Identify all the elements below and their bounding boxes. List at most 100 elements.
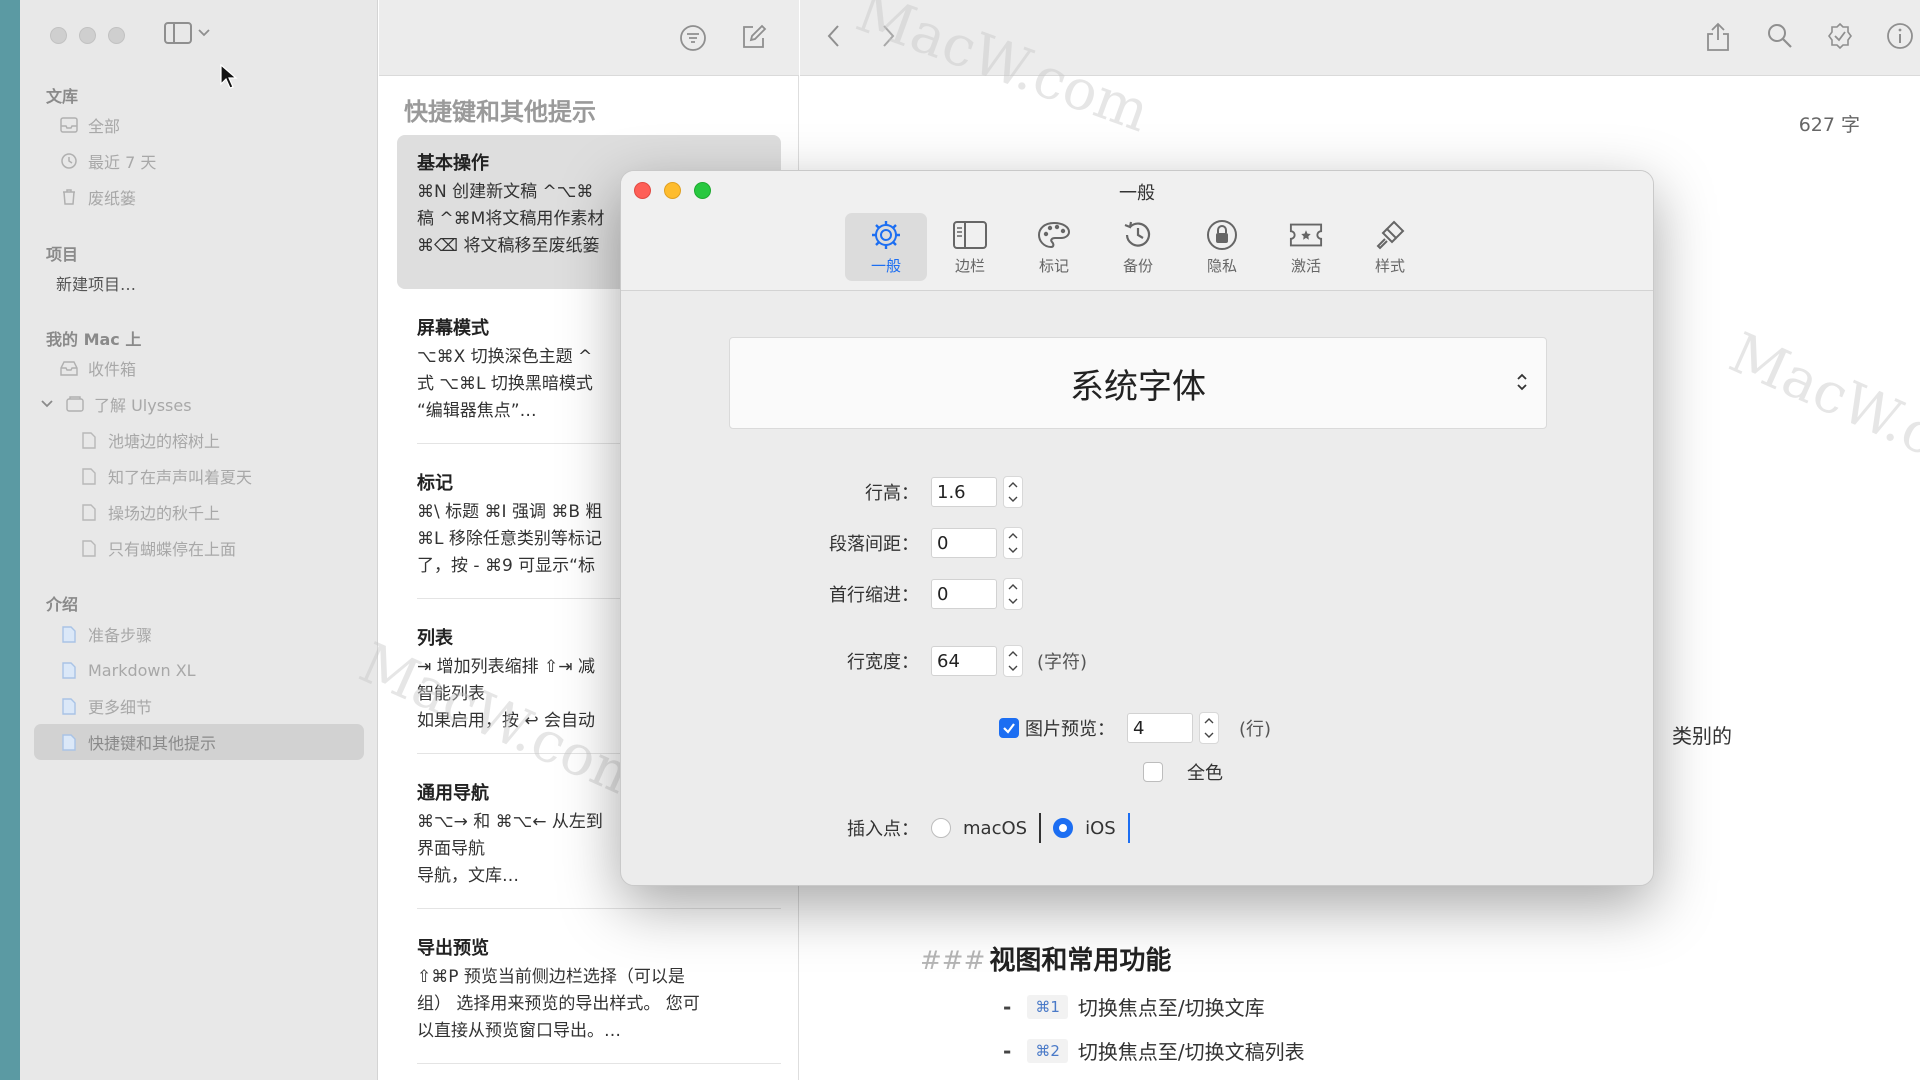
paragraph-spacing-stepper[interactable] bbox=[1003, 527, 1023, 559]
chevron-up-icon bbox=[1008, 478, 1018, 492]
tab-label: 隐私 bbox=[1206, 256, 1237, 275]
tab-label: 样式 bbox=[1374, 256, 1405, 275]
first-line-indent-stepper[interactable] bbox=[1003, 578, 1023, 610]
sheet-separator bbox=[417, 1063, 781, 1064]
tab-label: 一般 bbox=[870, 256, 901, 275]
sidebar-item-label: 准备步骤 bbox=[88, 626, 153, 645]
tab-label: 标记 bbox=[1038, 256, 1069, 275]
new-project-button[interactable]: 新建项目… bbox=[56, 267, 136, 299]
sidebar-icon bbox=[953, 219, 987, 251]
tab-markup[interactable]: 标记 bbox=[1013, 213, 1095, 281]
chevron-down-icon bbox=[1008, 543, 1018, 557]
chevron-down-icon bbox=[1204, 728, 1214, 742]
image-preview-row: 图片预览： (行) bbox=[999, 712, 1271, 744]
tab-general[interactable]: 一般 bbox=[845, 213, 927, 281]
back-icon[interactable] bbox=[824, 22, 844, 50]
sidebar-item-intro-1[interactable]: Markdown XL bbox=[60, 654, 196, 686]
insertion-ios-radio[interactable] bbox=[1053, 818, 1074, 838]
compose-icon[interactable] bbox=[741, 24, 767, 50]
line-text: 切换焦点至/切换文库 bbox=[1077, 996, 1265, 1020]
sheet-item-5[interactable]: 导出预览 ⇧⌘P 预览当前侧边栏选择（可以是 组） 选择用来预览的导出样式。 您… bbox=[397, 920, 781, 1064]
sidebar-item-intro-2[interactable]: 更多细节 bbox=[60, 690, 152, 722]
tab-privacy[interactable]: 隐私 bbox=[1181, 213, 1263, 281]
full-color-checkbox[interactable] bbox=[1143, 762, 1163, 782]
inbox-tray-icon bbox=[60, 359, 78, 377]
word-count[interactable]: 627 字 bbox=[1799, 110, 1860, 137]
zoom-window-button[interactable] bbox=[108, 27, 125, 44]
sidebar-item-recent[interactable]: 最近 7 天 bbox=[60, 145, 156, 177]
section-library: 文库 bbox=[46, 87, 79, 106]
shortcut-code: ⌘1 bbox=[1027, 994, 1068, 1019]
line-width-input[interactable] bbox=[931, 646, 997, 676]
document-icon bbox=[80, 431, 98, 449]
sidebar-group-ulysses[interactable]: 了解 Ulysses bbox=[38, 388, 192, 420]
tab-backup[interactable]: 备份 bbox=[1097, 213, 1179, 281]
search-icon[interactable] bbox=[1766, 22, 1794, 50]
sidebar-item-group-2[interactable]: 操场边的秋千上 bbox=[80, 496, 220, 528]
window-controls bbox=[50, 27, 125, 44]
heading-text: 视图和常用功能 bbox=[989, 946, 1172, 976]
line-height-stepper[interactable] bbox=[1003, 476, 1023, 508]
preferences-title: 一般 bbox=[1119, 183, 1155, 204]
image-preview-label: 图片预览： bbox=[1025, 719, 1115, 740]
line-width-row: 行宽度： (字符) bbox=[731, 645, 1087, 677]
text-cursor bbox=[1127, 813, 1130, 843]
image-preview-input[interactable] bbox=[1127, 713, 1193, 743]
list-bullet: - bbox=[1003, 1038, 1012, 1063]
sheet-list-toolbar bbox=[379, 0, 799, 76]
sidebar-item-group-1[interactable]: 知了在声声叫着夏天 bbox=[80, 460, 252, 492]
tab-sidebar[interactable]: 边栏 bbox=[929, 213, 1011, 281]
first-line-indent-label: 首行缩进： bbox=[829, 585, 919, 606]
image-preview-stepper[interactable] bbox=[1199, 712, 1219, 744]
filter-icon[interactable] bbox=[679, 24, 707, 52]
chevron-down-icon bbox=[198, 29, 210, 37]
shortcut-code: ⌘2 bbox=[1027, 1038, 1068, 1063]
sidebar-item-label: 快捷键和其他提示 bbox=[88, 734, 217, 753]
sidebar-item-inbox[interactable]: 收件箱 bbox=[60, 352, 136, 384]
forward-icon[interactable] bbox=[878, 22, 898, 50]
sidebar-toggle-button[interactable] bbox=[164, 22, 210, 44]
insertion-point-row: 插入点： macOS iOS bbox=[731, 813, 1142, 843]
chevron-down-icon bbox=[1008, 661, 1018, 675]
trash-icon bbox=[60, 188, 78, 206]
minimize-window-button[interactable] bbox=[79, 27, 96, 44]
goal-badge-icon[interactable] bbox=[1826, 22, 1854, 50]
font-selector[interactable]: 系统字体 bbox=[729, 337, 1547, 429]
sidebar-item-label: 最近 7 天 bbox=[88, 153, 157, 172]
paragraph-spacing-input[interactable] bbox=[931, 528, 997, 558]
tab-activation[interactable]: 激活 bbox=[1265, 213, 1347, 281]
insertion-macos-radio[interactable] bbox=[931, 818, 951, 838]
sidebar-item-intro-3[interactable]: 快捷键和其他提示 bbox=[34, 724, 364, 760]
tab-styles[interactable]: 样式 bbox=[1349, 213, 1431, 281]
image-preview-checkbox[interactable] bbox=[999, 718, 1019, 738]
share-icon[interactable] bbox=[1706, 22, 1730, 52]
sidebar-item-group-3[interactable]: 只有蝴蝶停在上面 bbox=[80, 532, 236, 564]
line-width-stepper[interactable] bbox=[1003, 645, 1023, 677]
line-height-input[interactable] bbox=[931, 477, 997, 507]
editor-text-fragment: 类别的 bbox=[1672, 724, 1732, 748]
chevron-down-icon bbox=[1008, 594, 1018, 608]
close-window-button[interactable] bbox=[50, 27, 67, 44]
font-name: 系统字体 bbox=[1070, 366, 1206, 407]
sidebar-item-group-0[interactable]: 池塘边的榕树上 bbox=[80, 424, 220, 456]
preferences-toolbar: 一般 一般 边栏 标记 备份 隐私 激活 样式 bbox=[621, 171, 1653, 291]
text-cursor bbox=[1039, 813, 1042, 843]
line-text: 切换焦点至/切换文稿列表 bbox=[1077, 1040, 1305, 1064]
brush-icon bbox=[1373, 219, 1407, 251]
sidebar-item-label: 知了在声声叫着夏天 bbox=[108, 468, 253, 487]
section-intro: 介绍 bbox=[46, 595, 79, 614]
first-line-indent-input[interactable] bbox=[931, 579, 997, 609]
insertion-macos-label: macOS bbox=[963, 817, 1028, 839]
sidebar-item-trash[interactable]: 废纸篓 bbox=[60, 181, 136, 213]
chevron-up-icon bbox=[1204, 714, 1214, 728]
chevron-down-icon bbox=[1008, 492, 1018, 506]
preferences-window: 一般 一般 边栏 标记 备份 隐私 激活 样式 系统字体 行高： 1.6 段落间… bbox=[620, 170, 1654, 886]
document-icon bbox=[80, 539, 98, 557]
preferences-tabs: 一般 边栏 标记 备份 隐私 激活 样式 bbox=[845, 213, 1431, 281]
sidebar-item-intro-0[interactable]: 准备步骤 bbox=[60, 618, 152, 650]
insertion-ios-label: iOS bbox=[1085, 817, 1116, 839]
info-icon[interactable] bbox=[1886, 22, 1914, 50]
section-projects: 项目 bbox=[46, 245, 79, 264]
sidebar-item-all[interactable]: 全部 bbox=[60, 109, 120, 141]
sheet-title: 导出预览 bbox=[417, 938, 489, 959]
